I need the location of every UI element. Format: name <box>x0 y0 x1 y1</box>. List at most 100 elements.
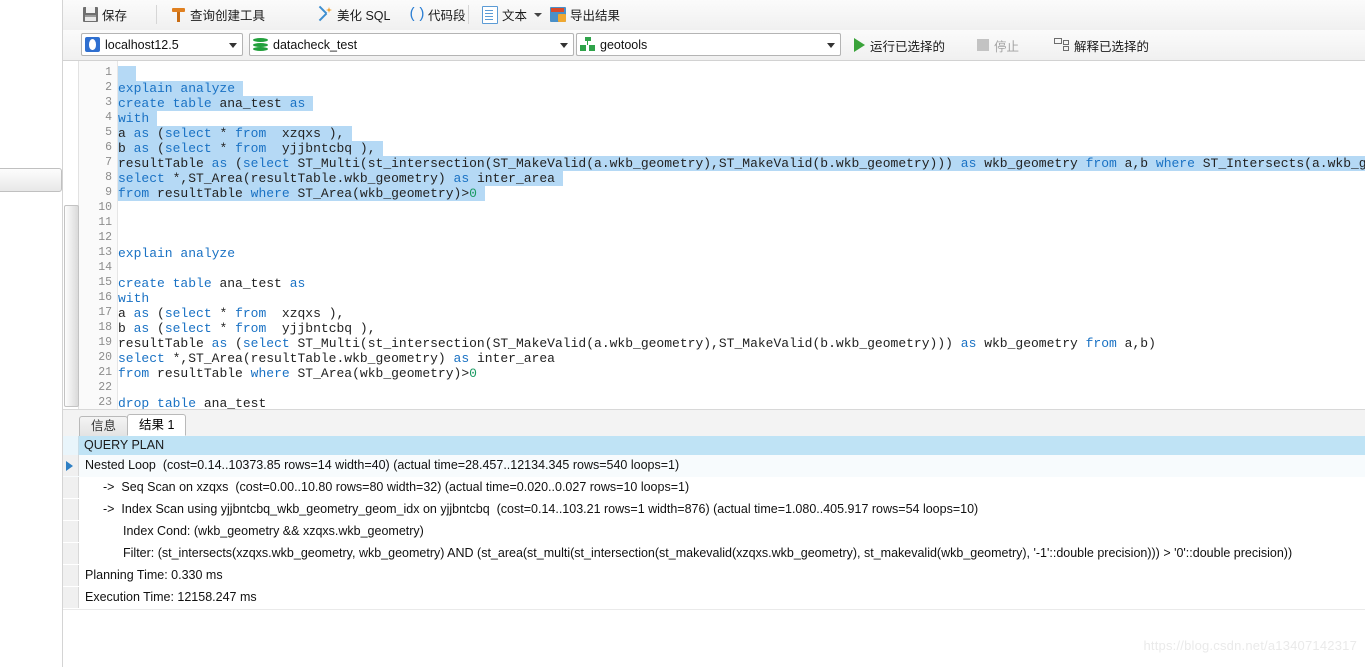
code-snippet-button[interactable]: () 代码段 <box>402 0 472 29</box>
code-line[interactable] <box>118 66 136 81</box>
query-plan-row[interactable]: Nested Loop (cost=0.14..10373.85 rows=14… <box>63 455 1365 478</box>
chevron-down-icon[interactable] <box>560 43 568 48</box>
beautify-sql-button[interactable]: 美化 SQL <box>311 0 397 29</box>
query-plan-cell: Execution Time: 12158.247 ms <box>85 590 257 604</box>
schema-select-extra[interactable] <box>776 33 841 56</box>
server-select[interactable]: localhost12.5 <box>81 33 243 56</box>
database-select-value: datacheck_test <box>273 37 358 52</box>
code-line[interactable]: resultTable as (select ST_Multi(st_inter… <box>118 336 1156 351</box>
query-builder-label: 查询创建工具 <box>190 9 266 23</box>
line-number: 18 <box>98 321 112 334</box>
line-number: 1 <box>105 66 112 79</box>
run-selected-button[interactable]: 运行已选择的 <box>848 30 951 60</box>
line-number: 7 <box>105 156 112 169</box>
explain-selected-label: 解释已选择的 <box>1074 39 1150 54</box>
code-line[interactable]: select *,ST_Area(resultTable.wkb_geometr… <box>118 351 555 366</box>
schema-select-value: geotools <box>600 37 648 52</box>
tab-result-1[interactable]: 结果 1 <box>127 414 187 436</box>
code-line[interactable]: b as (select * from yjjbntcbq ), <box>118 321 376 336</box>
database-icon <box>253 37 268 52</box>
code-line[interactable]: drop table ana_test <box>118 396 266 409</box>
explain-selected-button[interactable]: 解释已选择的 <box>1048 30 1155 60</box>
main-toolbar: 保存 查询创建工具 美化 SQL () 代码段 文本 导出结果 <box>63 0 1365 31</box>
text-format-button[interactable]: 文本 <box>476 0 548 29</box>
code-line[interactable]: create table ana_test as <box>118 276 305 291</box>
collapsed-panel-tab[interactable] <box>0 168 62 192</box>
sql-editor[interactable]: 1 2 3 4 5 6 7 8 9 10 11 12 13 14 15 16 17 18 19 20 21 22 23 ex… <box>63 61 1365 410</box>
line-number: 12 <box>98 231 112 244</box>
stop-button: 停止 <box>971 30 1025 60</box>
query-plan-cell: -> Seq Scan on xzqxs (cost=0.00..10.80 r… <box>103 480 690 494</box>
query-plan-header-row: QUERY PLAN <box>63 436 1365 456</box>
watermark: https://blog.csdn.net/a13407142317 <box>1143 638 1357 653</box>
row-number-cell[interactable] <box>63 499 79 520</box>
tab-info-label: 信息 <box>91 419 117 433</box>
row-number-cell[interactable] <box>63 521 79 542</box>
line-number: 13 <box>98 246 112 259</box>
explain-plan-icon <box>1054 38 1069 52</box>
export-result-label: 导出结果 <box>570 9 621 23</box>
code-line[interactable]: from resultTable where ST_Area(wkb_geome… <box>118 186 485 201</box>
line-number: 21 <box>98 366 112 379</box>
row-number-cell[interactable] <box>63 477 79 498</box>
toolbar-separator-1 <box>156 5 157 24</box>
code-line[interactable]: from resultTable where ST_Area(wkb_geome… <box>118 366 477 381</box>
chevron-down-icon[interactable] <box>534 12 543 17</box>
schema-icon <box>580 37 595 52</box>
chevron-down-icon[interactable] <box>229 43 237 48</box>
export-icon <box>550 7 566 22</box>
editor-vertical-scrollbar[interactable] <box>63 61 79 409</box>
row-number-cell[interactable] <box>63 565 79 586</box>
query-plan-row[interactable]: -> Index Scan using yjjbntcbq_wkb_geomet… <box>63 499 1365 522</box>
toolbar-separator-2 <box>468 5 469 24</box>
postgres-icon <box>85 37 100 52</box>
code-line[interactable]: resultTable as (select ST_Multi(st_inter… <box>118 156 1365 171</box>
row-number-cell[interactable] <box>63 543 79 564</box>
server-select-value: localhost12.5 <box>105 37 179 52</box>
query-plan-row[interactable]: Planning Time: 0.330 ms <box>63 565 1365 588</box>
code-line[interactable]: select *,ST_Area(resultTable.wkb_geometr… <box>118 171 563 186</box>
save-button[interactable]: 保存 <box>77 0 133 29</box>
code-line[interactable]: a as (select * from xzqxs ), <box>118 306 344 321</box>
chevron-down-icon[interactable] <box>827 43 835 48</box>
code-line[interactable]: a as (select * from xzqxs ), <box>118 126 353 141</box>
code-line[interactable]: with <box>118 291 149 306</box>
code-line[interactable]: create table ana_test as <box>118 96 314 111</box>
code-line[interactable]: explain analyze <box>118 246 235 261</box>
tab-info[interactable]: 信息 <box>79 416 129 436</box>
query-plan-cell: Index Cond: (wkb_geometry && xzqxs.wkb_g… <box>123 524 424 538</box>
left-panel-strip <box>0 0 62 667</box>
query-builder-icon <box>171 7 186 22</box>
code-line[interactable]: b as (select * from yjjbntcbq ), <box>118 141 384 156</box>
row-number-cell[interactable] <box>63 587 79 608</box>
line-number: 19 <box>98 336 112 349</box>
line-number: 17 <box>98 306 112 319</box>
export-result-button[interactable]: 导出结果 <box>544 0 626 29</box>
run-selected-label: 运行已选择的 <box>870 39 946 54</box>
line-number: 2 <box>105 81 112 94</box>
editor-code-area[interactable]: explain analyze create table ana_test as… <box>118 61 1365 409</box>
query-plan-row[interactable]: Index Cond: (wkb_geometry && xzqxs.wkb_g… <box>63 521 1365 544</box>
query-plan-row[interactable]: Filter: (st_intersects(xzqxs.wkb_geometr… <box>63 543 1365 566</box>
stop-label: 停止 <box>994 39 1020 54</box>
editor-scrollbar-thumb[interactable] <box>64 205 79 407</box>
line-number: 9 <box>105 186 112 199</box>
database-select[interactable]: datacheck_test <box>249 33 574 56</box>
query-plan-cell: Planning Time: 0.330 ms <box>85 568 223 582</box>
line-number: 6 <box>105 141 112 154</box>
row-number-corner <box>63 436 79 455</box>
line-number: 16 <box>98 291 112 304</box>
editor-line-number-gutter: 1 2 3 4 5 6 7 8 9 10 11 12 13 14 15 16 17 18 19 20 21 22 23 <box>79 61 118 409</box>
schema-select[interactable]: geotools <box>576 33 776 56</box>
query-plan-cell: Filter: (st_intersects(xzqxs.wkb_geometr… <box>123 546 1293 560</box>
query-plan-grid[interactable]: QUERY PLAN Nested Loop (cost=0.14..10373… <box>63 436 1365 667</box>
query-plan-cell: -> Index Scan using yjjbntcbq_wkb_geomet… <box>103 502 979 516</box>
text-icon <box>482 5 498 24</box>
code-line[interactable]: with <box>118 111 158 126</box>
query-builder-button[interactable]: 查询创建工具 <box>165 0 271 29</box>
code-snippet-icon: () <box>408 6 427 23</box>
code-line[interactable]: explain analyze <box>118 81 243 96</box>
line-number: 5 <box>105 126 112 139</box>
query-plan-row[interactable]: Execution Time: 12158.247 ms <box>63 587 1365 610</box>
query-plan-row[interactable]: -> Seq Scan on xzqxs (cost=0.00..10.80 r… <box>63 477 1365 500</box>
